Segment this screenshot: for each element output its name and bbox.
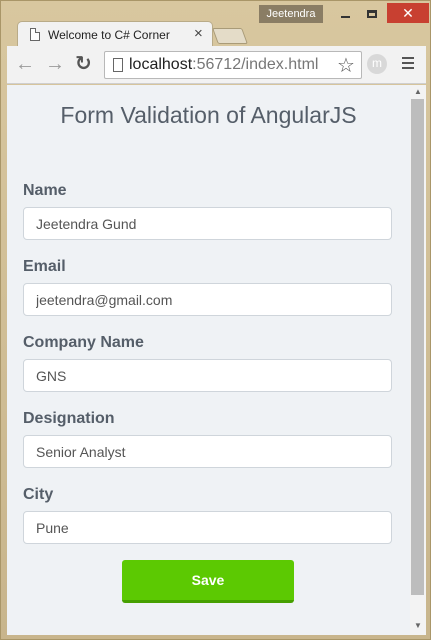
scroll-down-icon[interactable]: ▼ [414,621,422,630]
new-tab-button[interactable] [212,28,248,44]
address-bar[interactable]: localhost:56712/index.html ☆ [104,51,362,79]
city-label: City [23,486,54,503]
page-content: Form Validation of AngularJS Name Email … [7,85,410,635]
minimize-button[interactable] [331,3,359,23]
tab-welcome[interactable]: Welcome to C# Corner × [17,21,213,47]
close-window-button[interactable]: ✕ [387,3,429,23]
forward-icon[interactable]: → [45,53,65,75]
name-input[interactable] [23,207,392,240]
page-title: Form Validation of AngularJS [60,102,357,128]
url-text[interactable]: localhost:56712/index.html [129,56,318,74]
scroll-up-icon[interactable]: ▲ [414,87,422,96]
extension-icon[interactable]: m [367,54,387,74]
tab-close-icon[interactable]: × [194,25,203,42]
name-label: Name [23,182,67,199]
company-name-label: Company Name [23,334,144,351]
maximize-button[interactable] [359,3,385,23]
tab-title: Welcome to C# Corner [48,28,170,42]
city-input[interactable] [23,511,392,544]
scroll-thumb[interactable] [411,99,424,595]
browser-toolbar: ← → ↻ localhost:56712/index.html ☆ m [7,46,426,84]
company-name-input[interactable] [23,359,392,392]
url-host: localhost [129,56,193,73]
url-path: :56712/index.html [192,56,319,73]
maximize-icon [367,9,377,18]
designation-input[interactable] [23,435,392,468]
email-input[interactable] [23,283,392,316]
designation-label: Designation [23,410,115,427]
menu-icon[interactable] [402,57,414,71]
browser-window: Jeetendra ✕ Welcome to C# Corner × ← → ↻… [0,0,431,640]
page-icon [30,28,40,41]
vertical-scrollbar[interactable]: ▲ ▼ [410,85,426,635]
save-button[interactable]: Save [122,560,294,603]
email-label: Email [23,258,66,275]
page-icon [113,58,123,72]
reload-icon[interactable]: ↻ [75,53,92,75]
user-badge[interactable]: Jeetendra [259,5,323,23]
minimize-icon [340,15,350,18]
bookmark-star-icon[interactable]: ☆ [337,53,355,78]
back-icon[interactable]: ← [15,53,35,75]
